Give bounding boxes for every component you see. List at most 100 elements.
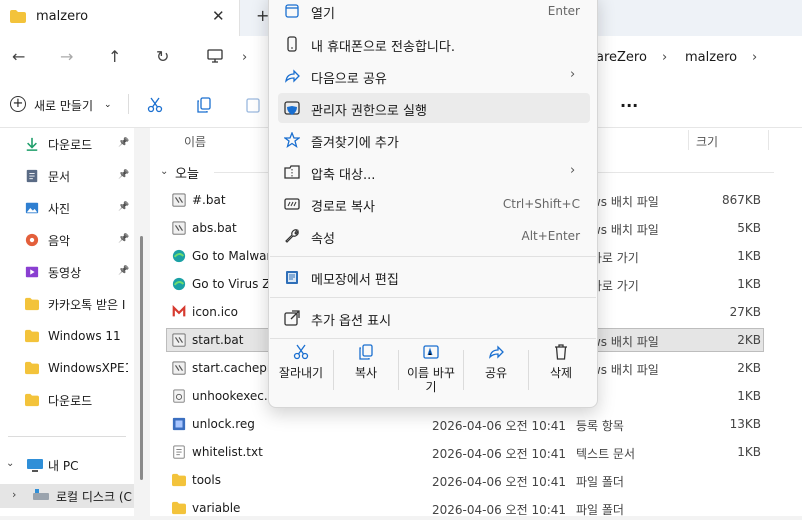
file-name: #.bat (192, 193, 226, 207)
action-label: 복사 (354, 366, 378, 380)
plus-circle-icon[interactable]: + (10, 96, 26, 112)
trash-button[interactable]: 삭제 (531, 344, 591, 400)
trash-icon (553, 344, 569, 360)
file-name: unhookexec.in (192, 389, 279, 403)
menu-divider (270, 256, 596, 257)
sidebar-item[interactable]: 동영상 (24, 262, 128, 282)
sidebar-item[interactable]: 음악 (24, 230, 128, 250)
file-type: 파일 폴더 (576, 475, 624, 489)
folder-file-icon (172, 473, 186, 487)
music-icon (24, 233, 40, 247)
chevron-down-icon[interactable]: ⌄ (104, 100, 112, 110)
file-date: 2026-04-06 오전 10:41 (432, 503, 567, 517)
chevron-right-icon: › (242, 50, 248, 65)
picture-icon (24, 201, 40, 215)
menu-item-label: 속성 (311, 232, 335, 247)
pin-icon[interactable]: 📌 (118, 202, 129, 212)
folder-icon (24, 297, 40, 311)
chevron-down-icon[interactable]: ⌄ (6, 458, 14, 469)
rename-icon (423, 344, 439, 360)
file-name: start.bat (192, 333, 244, 347)
back-arrow-icon[interactable]: ← (12, 47, 25, 66)
zip-folder-icon (284, 164, 300, 180)
pin-icon[interactable]: 📌 (118, 170, 129, 180)
paste-icon[interactable] (245, 97, 261, 113)
action-divider (528, 350, 529, 390)
more-options-icon (284, 310, 300, 326)
tab-title: malzero (36, 9, 89, 24)
folder-icon (24, 393, 40, 407)
edge-file-icon (172, 249, 186, 263)
local-disk-label: 로컬 디스크 (C (56, 490, 132, 504)
new-button[interactable]: 새로 만들기 (34, 97, 93, 114)
file-type: 파일 폴더 (576, 503, 624, 517)
ico-file-icon (172, 304, 186, 319)
menu-item-label: 추가 옵션 표시 (311, 314, 392, 329)
sidebar-item-label: 문서 (48, 169, 71, 184)
copy-button[interactable]: 복사 (336, 344, 396, 400)
forward-arrow-icon[interactable]: → (60, 47, 73, 66)
bat-file-icon (172, 361, 186, 375)
breadcrumb-item[interactable]: malzero (685, 50, 737, 65)
toolbar-divider (128, 94, 129, 114)
column-divider (688, 130, 689, 150)
sidebar-item-label: 다운로드 (48, 393, 93, 408)
column-header-size[interactable]: 크기 (696, 133, 718, 150)
column-divider (768, 130, 769, 150)
refresh-icon[interactable]: ↻ (156, 47, 169, 66)
file-size: 1KB (737, 445, 761, 459)
up-arrow-icon[interactable]: ↑ (108, 47, 121, 66)
cut-button[interactable]: 잘라내기 (271, 344, 331, 400)
file-type: 텍스트 문서 (576, 447, 636, 461)
this-pc-icon (27, 459, 43, 472)
sidebar-item[interactable]: 카카오톡 받은 I (24, 294, 128, 314)
sidebar-item-label: 카카오톡 받은 I (48, 297, 126, 312)
file-size: 2KB (737, 361, 761, 375)
file-date: 2026-04-06 오전 10:41 (432, 447, 567, 461)
file-size: 5KB (737, 221, 761, 235)
folder-file-icon (172, 501, 186, 515)
menu-item-label: 메모장에서 편집 (311, 273, 399, 288)
chevron-right-icon: › (570, 67, 576, 82)
breadcrumb-item[interactable]: areZero (596, 50, 647, 65)
chevron-right-icon[interactable]: › (12, 488, 16, 501)
pin-icon[interactable]: 📌 (118, 234, 129, 244)
file-type: 등록 항목 (576, 419, 624, 433)
group-header-today[interactable]: 오늘 (175, 163, 199, 182)
ini-file-icon (172, 389, 186, 403)
cut-icon[interactable] (147, 97, 163, 113)
sidebar-item-label: 사진 (48, 201, 71, 216)
menu-item-shortcut: Alt+Enter (521, 229, 580, 243)
wrench-icon (284, 228, 300, 244)
pin-icon[interactable]: 📌 (118, 138, 129, 148)
bat-file-icon (172, 333, 186, 347)
sidebar-item[interactable]: 다운로드 (24, 134, 128, 154)
action-label: 이름 바꾸 기 (407, 366, 455, 394)
file-size: 27KB (729, 305, 761, 319)
monitor-icon (207, 49, 223, 63)
file-size: 13KB (729, 417, 761, 431)
copy-icon[interactable] (196, 97, 212, 113)
sidebar-item[interactable]: 다운로드 (24, 390, 128, 410)
sidebar-item[interactable]: WindowsXPE14 (24, 358, 128, 378)
sidebar-item-this-pc[interactable]: 내 PC (48, 457, 78, 474)
video-icon (24, 265, 40, 279)
menu-divider (270, 297, 596, 298)
chevron-down-icon[interactable]: ⌄ (160, 166, 168, 177)
reg-file-icon (172, 417, 186, 431)
document-icon (24, 169, 40, 183)
file-date: 2026-04-06 오전 10:41 (432, 419, 567, 433)
sidebar-item[interactable]: Windows 11 (24, 326, 128, 346)
close-tab-icon[interactable]: ✕ (212, 7, 225, 25)
menu-item-label: 경로로 복사 (311, 200, 375, 215)
sidebar-item[interactable]: 문서 (24, 166, 128, 186)
more-options-icon[interactable]: ··· (620, 96, 638, 115)
share-button[interactable]: 공유 (466, 344, 526, 400)
sidebar-item[interactable]: 사진 (24, 198, 128, 218)
pin-icon[interactable]: 📌 (118, 266, 129, 276)
file-size: 1KB (737, 249, 761, 263)
rename-button[interactable]: 이름 바꾸 기 (401, 344, 461, 400)
sidebar-scrollbar[interactable] (140, 236, 143, 480)
column-header-name[interactable]: 이름 (184, 133, 206, 150)
chevron-right-icon: › (752, 50, 758, 65)
